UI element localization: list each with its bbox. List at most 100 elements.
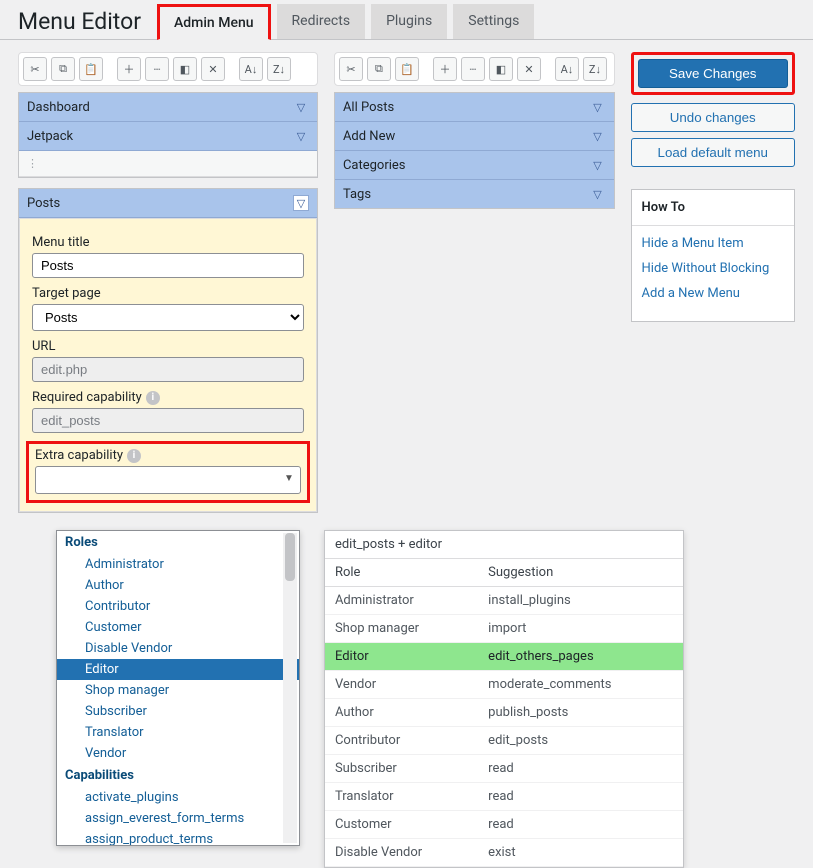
load-default-button[interactable]: Load default menu bbox=[631, 138, 795, 167]
extra-capability-section: Extra capability i bbox=[26, 441, 310, 503]
chevron-down-icon: ▽ bbox=[590, 186, 606, 202]
chevron-down-icon: ▽ bbox=[590, 128, 606, 144]
dropdown-role-shop-manager[interactable]: Shop manager bbox=[57, 680, 299, 701]
dropdown-caps-header: Capabilities bbox=[57, 764, 299, 787]
table-row[interactable]: Editoredit_others_pages bbox=[325, 643, 683, 671]
sort-asc-icon[interactable]: A↓ bbox=[239, 57, 263, 81]
sort-asc-icon[interactable]: A↓ bbox=[555, 57, 579, 81]
table-row[interactable]: Translatorread bbox=[325, 783, 683, 811]
dropdown-role-translator[interactable]: Translator bbox=[57, 722, 299, 743]
dropdown-role-subscriber[interactable]: Subscriber bbox=[57, 701, 299, 722]
sub-item-label: Categories bbox=[343, 158, 406, 173]
hide-icon[interactable]: ◧ bbox=[489, 57, 513, 81]
dropdown-role-disable-vendor[interactable]: Disable Vendor bbox=[57, 638, 299, 659]
chevron-down-icon: ▽ bbox=[293, 128, 309, 144]
new-item-icon[interactable]: ＋ bbox=[117, 57, 141, 81]
info-icon[interactable]: i bbox=[127, 449, 141, 463]
chevron-down-icon: ▽ bbox=[293, 99, 309, 115]
menu-item-label: Posts bbox=[27, 196, 60, 211]
sub-item-label: Add New bbox=[343, 129, 395, 144]
dropdown-roles-header: Roles bbox=[57, 531, 299, 554]
col-suggestion: Suggestion bbox=[478, 559, 683, 587]
new-separator-icon[interactable]: ┄ bbox=[461, 57, 485, 81]
delete-icon[interactable]: ✕ bbox=[517, 57, 541, 81]
howto-box: How To Hide a Menu Item Hide Without Blo… bbox=[631, 189, 795, 322]
expanded-menu-list: Posts ▽ Menu title Target page Posts URL… bbox=[18, 188, 318, 513]
dropdown-role-editor[interactable]: Editor bbox=[57, 659, 299, 680]
col-role: Role bbox=[325, 559, 478, 587]
extra-capability-label: Extra capability i bbox=[35, 448, 301, 463]
hide-icon[interactable]: ◧ bbox=[173, 57, 197, 81]
undo-button[interactable]: Undo changes bbox=[631, 103, 795, 132]
required-capability-input bbox=[32, 408, 304, 433]
menu-separator[interactable]: ⋮ bbox=[19, 151, 317, 177]
sub-item-categories[interactable]: Categories ▽ bbox=[335, 151, 614, 180]
dropdown-cap[interactable]: assign_everest_form_terms bbox=[57, 808, 299, 829]
sort-desc-icon[interactable]: Z↓ bbox=[583, 57, 607, 81]
info-icon[interactable]: i bbox=[146, 391, 160, 405]
delete-icon[interactable]: ✕ bbox=[201, 57, 225, 81]
table-row[interactable]: Vendormoderate_comments bbox=[325, 671, 683, 699]
table-row[interactable]: Disable Vendorexist bbox=[325, 839, 683, 867]
scrollbar-thumb[interactable] bbox=[285, 533, 295, 581]
cut-icon[interactable]: ✂ bbox=[23, 57, 47, 81]
dropdown-cap[interactable]: assign_product_terms bbox=[57, 829, 299, 846]
dropdown-scrollbar[interactable] bbox=[283, 533, 297, 843]
tab-bar: Admin Menu Redirects Plugins Settings bbox=[155, 4, 534, 39]
top-menu-column: ✂ ⧉ 📋 ＋ ┄ ◧ ✕ A↓ Z↓ Dashboard ▽ Jetpack … bbox=[18, 52, 318, 513]
sub-item-label: Tags bbox=[343, 187, 371, 202]
paste-icon[interactable]: 📋 bbox=[79, 57, 103, 81]
menu-item-label: Jetpack bbox=[27, 129, 73, 144]
dropdown-role-administrator[interactable]: Administrator bbox=[57, 554, 299, 575]
cut-icon[interactable]: ✂ bbox=[339, 57, 363, 81]
tab-redirects[interactable]: Redirects bbox=[277, 4, 366, 39]
sub-item-add-new[interactable]: Add New ▽ bbox=[335, 122, 614, 151]
save-button-wrap: Save Changes bbox=[631, 52, 795, 95]
howto-link[interactable]: Hide Without Blocking bbox=[642, 261, 784, 276]
menu-title-label: Menu title bbox=[32, 235, 304, 250]
top-toolbar: ✂ ⧉ 📋 ＋ ┄ ◧ ✕ A↓ Z↓ bbox=[18, 52, 318, 86]
dropdown-role-contributor[interactable]: Contributor bbox=[57, 596, 299, 617]
copy-icon[interactable]: ⧉ bbox=[367, 57, 391, 81]
new-separator-icon[interactable]: ┄ bbox=[145, 57, 169, 81]
table-row[interactable]: Authorpublish_posts bbox=[325, 699, 683, 727]
sub-menu-column: ✂ ⧉ 📋 ＋ ┄ ◧ ✕ A↓ Z↓ All Posts ▽ Add New … bbox=[334, 52, 615, 513]
dropdown-role-author[interactable]: Author bbox=[57, 575, 299, 596]
actions-column: Save Changes Undo changes Load default m… bbox=[631, 52, 795, 513]
howto-link[interactable]: Hide a Menu Item bbox=[642, 236, 784, 251]
sub-item-all-posts[interactable]: All Posts ▽ bbox=[335, 93, 614, 122]
copy-icon[interactable]: ⧉ bbox=[51, 57, 75, 81]
extra-capability-select[interactable] bbox=[35, 466, 301, 494]
howto-link[interactable]: Add a New Menu bbox=[642, 286, 784, 301]
sub-item-tags[interactable]: Tags ▽ bbox=[335, 180, 614, 208]
tab-plugins[interactable]: Plugins bbox=[371, 4, 447, 39]
menu-item-label: Dashboard bbox=[27, 100, 90, 115]
howto-links: Hide a Menu Item Hide Without Blocking A… bbox=[632, 226, 794, 321]
suggestion-table: Role Suggestion Administratorinstall_plu… bbox=[325, 559, 683, 867]
dropdown-role-vendor[interactable]: Vendor bbox=[57, 743, 299, 764]
menu-item-editor: Menu title Target page Posts URL Require… bbox=[19, 218, 317, 512]
menu-item-jetpack[interactable]: Jetpack ▽ bbox=[19, 122, 317, 151]
dropdown-role-customer[interactable]: Customer bbox=[57, 617, 299, 638]
table-row[interactable]: Shop managerimport bbox=[325, 615, 683, 643]
new-item-icon[interactable]: ＋ bbox=[433, 57, 457, 81]
target-page-select[interactable]: Posts bbox=[32, 304, 304, 331]
paste-icon[interactable]: 📋 bbox=[395, 57, 419, 81]
menu-title-input[interactable] bbox=[32, 253, 304, 278]
content: ✂ ⧉ 📋 ＋ ┄ ◧ ✕ A↓ Z↓ Dashboard ▽ Jetpack … bbox=[0, 40, 813, 525]
sub-toolbar: ✂ ⧉ 📋 ＋ ┄ ◧ ✕ A↓ Z↓ bbox=[334, 52, 615, 86]
sort-desc-icon[interactable]: Z↓ bbox=[267, 57, 291, 81]
table-row[interactable]: Customerread bbox=[325, 811, 683, 839]
header: Menu Editor Admin Menu Redirects Plugins… bbox=[0, 0, 813, 40]
table-row[interactable]: Administratorinstall_plugins bbox=[325, 587, 683, 615]
table-row[interactable]: Subscriberread bbox=[325, 755, 683, 783]
menu-item-posts[interactable]: Posts ▽ bbox=[19, 189, 317, 218]
menu-item-dashboard[interactable]: Dashboard ▽ bbox=[19, 93, 317, 122]
chevron-down-icon: ▽ bbox=[590, 99, 606, 115]
capability-dropdown[interactable]: Roles Administrator Author Contributor C… bbox=[56, 530, 300, 846]
table-row[interactable]: Contributoredit_posts bbox=[325, 727, 683, 755]
tab-admin-menu[interactable]: Admin Menu bbox=[157, 4, 271, 40]
save-button[interactable]: Save Changes bbox=[638, 59, 788, 88]
tab-settings[interactable]: Settings bbox=[453, 4, 534, 39]
dropdown-cap[interactable]: activate_plugins bbox=[57, 787, 299, 808]
